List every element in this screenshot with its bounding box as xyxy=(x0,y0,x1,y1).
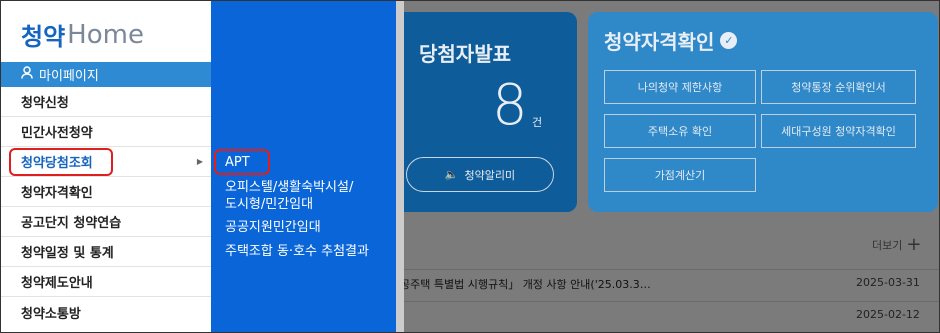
notice-date: 2025-03-31 xyxy=(856,276,920,289)
menu-item-community[interactable]: 청약소통방 xyxy=(1,297,211,327)
eligibility-title: 청약자격확인 ✓ xyxy=(604,26,738,55)
side-menu: 청약 Home 마이페이지 청약신청 민간사전청약 청약당첨조회 ▶ 청약자격확… xyxy=(1,1,211,332)
mypage-label: 마이페이지 xyxy=(39,69,99,84)
menu-item-apply[interactable]: 청약신청 xyxy=(1,87,211,117)
menu-item-practice[interactable]: 공고단지 청약연습 xyxy=(1,207,211,237)
plus-icon: + xyxy=(906,234,922,255)
submenu-panel: APT 오피스텔/생활숙박시설/ 도시형/민간임대 공공지원민간임대 주택조합 … xyxy=(211,1,396,332)
logo-suffix: Home xyxy=(67,19,144,50)
menu-item-schedule-stats[interactable]: 청약일정 및 통계 xyxy=(1,237,211,267)
submenu-item-housing-union[interactable]: 주택조합 동·호수 추첨결과 xyxy=(225,243,369,260)
eligibility-card: 청약자격확인 ✓ 나의청약 제한사항 청약통장 순위확인서 주택소유 확인 세대… xyxy=(588,12,938,212)
user-icon xyxy=(21,66,33,83)
winner-count: 8 xyxy=(492,73,528,138)
background-page: 당첨자발표 8 건 🔈 청약알리미 청약자격확인 ✓ 나의청약 제한사항 청약통… xyxy=(396,1,939,332)
alarm-button[interactable]: 🔈 청약알리미 xyxy=(406,157,554,192)
house-ownership-button[interactable]: 주택소유 확인 xyxy=(604,114,756,148)
notice-date: 2025-02-12 xyxy=(856,308,920,321)
menu-item-eligibility[interactable]: 청약자격확인 xyxy=(1,177,211,207)
score-calculator-button[interactable]: 가점계산기 xyxy=(604,158,756,192)
menu-item-presale[interactable]: 민간사전청약 xyxy=(1,117,211,147)
check-circle-icon: ✓ xyxy=(720,32,738,49)
highlight-box xyxy=(9,148,113,176)
notice-row[interactable]: 2025-02-12 xyxy=(396,301,939,329)
winner-announcement-card[interactable]: 당첨자발표 8 건 🔈 청약알리미 xyxy=(396,12,577,212)
menu-item-guide[interactable]: 청약제도안내 xyxy=(1,267,211,297)
scroll-divider xyxy=(396,1,404,332)
notice-title: 공주택 특별법 시행규칙」 개정 사항 안내('25.03.3… xyxy=(400,278,651,291)
logo-prefix: 청약 xyxy=(21,23,66,51)
more-link[interactable]: 더보기 + xyxy=(872,236,921,254)
restriction-button[interactable]: 나의청약 제한사항 xyxy=(604,70,756,104)
alarm-button-label: 청약알리미 xyxy=(464,168,516,182)
winner-count-unit: 건 xyxy=(532,116,543,129)
chevron-right-icon: ▶ xyxy=(196,157,203,166)
screen: 당첨자발표 8 건 🔈 청약알리미 청약자격확인 ✓ 나의청약 제한사항 청약통… xyxy=(0,0,940,333)
highlight-box xyxy=(214,149,270,175)
notice-row[interactable]: 공주택 특별법 시행규칙」 개정 사항 안내('25.03.3… 2025-03… xyxy=(396,269,939,297)
account-rank-button[interactable]: 청약통장 순위확인서 xyxy=(761,70,916,104)
mypage-link[interactable]: 마이페이지 xyxy=(1,62,211,87)
logo[interactable]: 청약 Home xyxy=(21,17,144,52)
speaker-icon: 🔈 xyxy=(444,168,459,181)
submenu-item-officetel[interactable]: 오피스텔/생활숙박시설/ 도시형/민간임대 xyxy=(225,179,353,213)
household-eligibility-button[interactable]: 세대구성원 청약자격확인 xyxy=(761,114,916,148)
winner-title: 당첨자발표 xyxy=(419,42,511,66)
submenu-item-public-rental[interactable]: 공공지원민간임대 xyxy=(225,219,321,236)
